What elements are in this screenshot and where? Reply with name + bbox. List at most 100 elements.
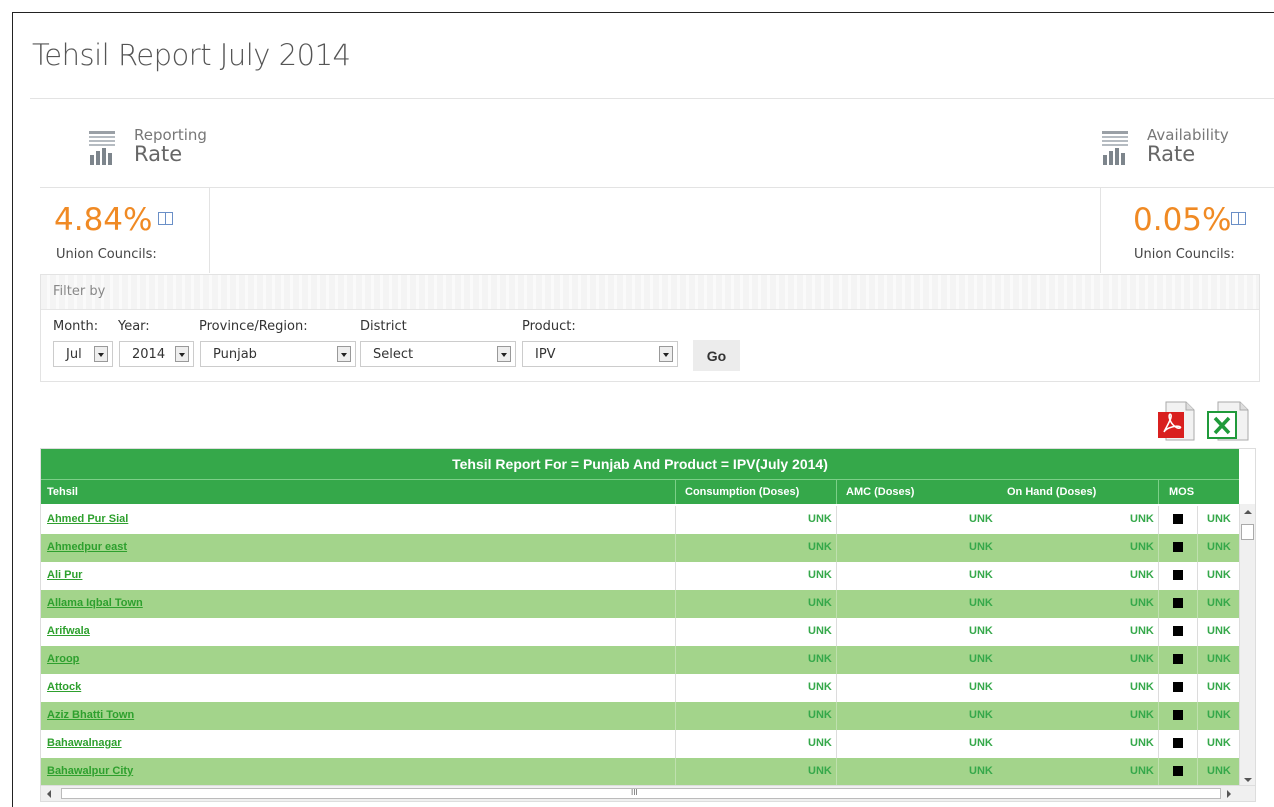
cell-divider [1197, 730, 1198, 758]
cell-divider [836, 534, 837, 562]
scroll-thumb-horizontal[interactable] [61, 788, 1221, 799]
district-select[interactable]: Select [360, 341, 516, 367]
cell-divider [1158, 730, 1159, 758]
province-select[interactable]: Punjab [200, 341, 356, 367]
tehsil-link[interactable]: Ahmedpur east [47, 541, 127, 553]
cell-divider [1158, 702, 1159, 730]
column-header-tehsil[interactable]: Tehsil [47, 480, 78, 504]
status-square-icon [1173, 514, 1183, 524]
mos-cell: UNK [1207, 653, 1231, 665]
table-row: Allama Iqbal Town UNK UNK UNK UNK [41, 590, 1239, 618]
cell-divider [675, 534, 676, 562]
reporting-union-councils: Union Councils: [56, 247, 157, 262]
column-divider [1158, 480, 1159, 504]
amc-cell: UNK [969, 681, 993, 693]
horizontal-scrollbar[interactable]: III [41, 785, 1255, 801]
tehsil-link[interactable]: Arifwala [47, 625, 90, 637]
consumption-cell: UNK [808, 709, 832, 721]
consumption-cell: UNK [808, 765, 832, 777]
scroll-grip: III [631, 788, 638, 797]
chevron-down-icon[interactable] [337, 346, 351, 362]
amc-cell: UNK [969, 765, 993, 777]
consumption-cell: UNK [808, 541, 832, 553]
reporting-percent: 4.84% [54, 202, 153, 238]
status-square-icon [1173, 542, 1183, 552]
product-select[interactable]: IPV [522, 341, 678, 367]
chevron-down-icon[interactable] [175, 346, 189, 362]
availability-rate-heading: Availability Rate [1147, 127, 1229, 165]
vertical-scrollbar[interactable] [1239, 504, 1255, 788]
column-header-consumption[interactable]: Consumption (Doses) [685, 480, 799, 504]
tehsil-link[interactable]: Attock [47, 681, 81, 693]
cell-divider [836, 562, 837, 590]
amc-cell: UNK [969, 653, 993, 665]
tehsil-link[interactable]: Bahawalnagar [47, 737, 122, 749]
reporting-rate-value: 4.84% [54, 202, 174, 238]
cell-divider [836, 506, 837, 534]
mos-cell: UNK [1207, 765, 1231, 777]
on-hand-cell: UNK [1130, 597, 1154, 609]
table-row: Ahmed Pur Sial UNK UNK UNK UNK [41, 506, 1239, 534]
cell-divider [836, 758, 837, 786]
column-header-amc[interactable]: AMC (Doses) [846, 480, 914, 504]
book-icon[interactable] [158, 212, 174, 225]
status-square-icon [1173, 598, 1183, 608]
cell-divider [675, 646, 676, 674]
excel-icon[interactable] [1206, 400, 1250, 442]
cell-divider [1197, 534, 1198, 562]
page-title: Tehsil Report July 2014 [32, 38, 351, 72]
go-button[interactable]: Go [693, 340, 740, 371]
reporting-rate-heading: Reporting Rate [134, 127, 207, 165]
chevron-down-icon[interactable] [94, 346, 108, 362]
tehsil-link[interactable]: Aziz Bhatti Town [47, 709, 134, 721]
chevron-down-icon[interactable] [497, 346, 511, 362]
cell-divider [836, 618, 837, 646]
pdf-icon[interactable] [1158, 400, 1196, 442]
tehsil-link[interactable]: Allama Iqbal Town [47, 597, 143, 609]
scroll-thumb[interactable] [1241, 524, 1254, 540]
cell-divider [675, 562, 676, 590]
mos-cell: UNK [1207, 681, 1231, 693]
cell-divider [836, 646, 837, 674]
amc-cell: UNK [969, 569, 993, 581]
chevron-down-icon[interactable] [659, 346, 673, 362]
tehsil-link[interactable]: Aroop [47, 653, 79, 665]
tehsil-link[interactable]: Ahmed Pur Sial [47, 513, 128, 525]
year-select[interactable]: 2014 [119, 341, 194, 367]
tehsil-link[interactable]: Ali Pur [47, 569, 82, 581]
amc-cell: UNK [969, 709, 993, 721]
reporting-rate-label: Rate [134, 142, 183, 166]
month-select[interactable]: Jul [53, 341, 113, 367]
table-row: Aroop UNK UNK UNK UNK [41, 646, 1239, 674]
cell-divider [1197, 646, 1198, 674]
scroll-down-icon[interactable] [1244, 778, 1252, 782]
cell-divider [836, 730, 837, 758]
book-icon[interactable] [1231, 212, 1247, 225]
tehsil-link[interactable]: Bahawalpur City [47, 765, 133, 777]
year-label: Year: [118, 319, 150, 334]
cell-divider [1197, 702, 1198, 730]
scroll-left-icon[interactable] [47, 790, 51, 798]
column-header-on-hand[interactable]: On Hand (Doses) [1007, 480, 1096, 504]
scroll-up-icon[interactable] [1244, 510, 1252, 514]
availability-rate-label: Rate [1147, 142, 1196, 166]
cell-divider [1197, 618, 1198, 646]
stats-panel [40, 187, 1274, 274]
on-hand-cell: UNK [1130, 513, 1154, 525]
on-hand-cell: UNK [1130, 709, 1154, 721]
mos-cell: UNK [1207, 737, 1231, 749]
on-hand-cell: UNK [1130, 737, 1154, 749]
cell-divider [1197, 674, 1198, 702]
cell-divider [1197, 506, 1198, 534]
cell-divider [836, 674, 837, 702]
column-header-mos[interactable]: MOS [1169, 480, 1194, 504]
consumption-cell: UNK [808, 513, 832, 525]
stats-divider-right [1100, 187, 1101, 273]
availability-chart-icon [1102, 131, 1128, 165]
scroll-right-icon[interactable] [1227, 790, 1231, 798]
consumption-cell: UNK [808, 625, 832, 637]
cell-divider [836, 590, 837, 618]
on-hand-cell: UNK [1130, 681, 1154, 693]
on-hand-cell: UNK [1130, 541, 1154, 553]
report-chart-icon [89, 131, 115, 165]
